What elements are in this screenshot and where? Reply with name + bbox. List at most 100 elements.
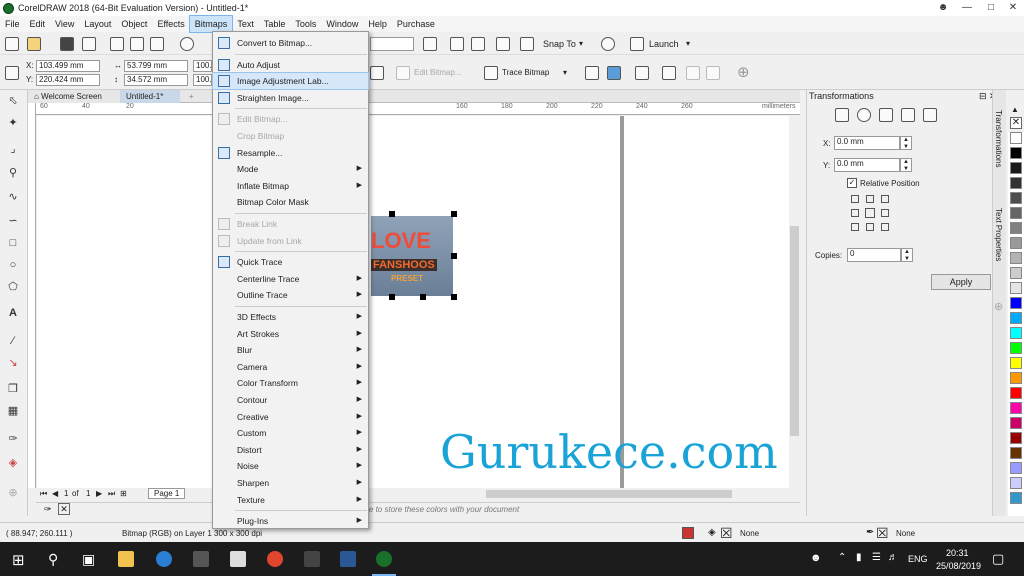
artistic-media-tool-icon[interactable]: ∽ — [6, 214, 20, 228]
color-swatch[interactable] — [1010, 162, 1022, 174]
color-swatch[interactable] — [1010, 372, 1022, 384]
rotate-icon[interactable] — [857, 108, 871, 122]
color-swatch[interactable] — [1010, 402, 1022, 414]
color-swatch[interactable] — [1010, 282, 1022, 294]
docker-pin-icon[interactable]: ⊟ — [979, 91, 987, 102]
color-swatch[interactable] — [1010, 327, 1022, 339]
menu-tools[interactable]: Tools — [290, 16, 321, 32]
y-stepper[interactable]: ▲ ▼ — [900, 158, 912, 172]
menu-view[interactable]: View — [50, 16, 79, 32]
menu-item-blur[interactable]: Blur ▶ — [213, 342, 368, 358]
chevron-down-icon[interactable]: ▾ — [686, 39, 690, 48]
notification-icon[interactable]: ▢ — [992, 551, 1004, 567]
color-swatch[interactable] — [1010, 177, 1022, 189]
menu-item-convert-to-bitmap[interactable]: Convert to Bitmap... — [213, 35, 368, 51]
color-swatch[interactable] — [1010, 342, 1022, 354]
last-page-icon[interactable]: ⏭ — [108, 489, 115, 499]
y-position-field[interactable]: 220.424 mm — [36, 74, 100, 86]
add-icon[interactable]: ⊕ — [737, 63, 750, 81]
menu-bitmaps[interactable]: Bitmaps — [188, 15, 234, 33]
new-tab-button[interactable]: + — [183, 90, 200, 103]
launch-icon[interactable] — [630, 37, 644, 51]
copies-field[interactable]: 0 — [847, 248, 901, 262]
interactive-fill-tool-icon[interactable]: ◈ — [6, 456, 20, 470]
word-icon[interactable] — [340, 551, 356, 567]
gear-icon[interactable] — [601, 37, 615, 51]
color-swatch[interactable] — [1010, 417, 1022, 429]
selection-handle[interactable] — [389, 294, 395, 300]
docker-x-field[interactable]: 0.0 mm — [834, 136, 900, 150]
color-swatch[interactable] — [1010, 477, 1022, 489]
vertical-scrollbar[interactable] — [789, 116, 800, 488]
copies-stepper[interactable]: ▲ ▼ — [901, 248, 913, 262]
tray-chevron-icon[interactable]: ⌃ — [838, 552, 846, 563]
crop-bitmap-icon[interactable] — [607, 66, 621, 80]
zoom-level-dropdown[interactable] — [370, 37, 414, 51]
menu-effects[interactable]: Effects — [152, 16, 189, 32]
color-swatch[interactable] — [1010, 252, 1022, 264]
parallel-dimension-tool-icon[interactable]: ∕ — [6, 334, 20, 348]
task-view-icon[interactable]: ▣ — [82, 551, 95, 568]
pick-tool-icon[interactable]: ⬁ — [6, 94, 20, 108]
maximize-button[interactable]: □ — [980, 1, 1002, 14]
add-page-icon[interactable]: ⊞ — [120, 489, 127, 498]
add-tool-icon[interactable]: ⊕ — [6, 486, 20, 500]
menu-item-art-strokes[interactable]: Art Strokes ▶ — [213, 326, 368, 342]
tab-transformations[interactable]: Transformations — [994, 110, 1003, 168]
selection-handle[interactable] — [420, 294, 426, 300]
no-color-swatch[interactable]: ✕ — [58, 503, 70, 515]
menu-edit[interactable]: Edit — [25, 16, 51, 32]
eyedropper-icon[interactable]: ✑ — [44, 504, 52, 515]
menu-item-centerline-trace[interactable]: Centerline Trace ▶ — [213, 271, 368, 287]
menu-table[interactable]: Table — [259, 16, 291, 32]
grid-icon[interactable] — [471, 37, 485, 51]
people-icon[interactable]: ☻ — [810, 552, 822, 564]
volume-icon[interactable]: ♬ — [888, 552, 898, 563]
palette-menu-icon[interactable]: ▲ — [1011, 105, 1019, 114]
menu-item-contour[interactable]: Contour ▶ — [213, 392, 368, 408]
save-icon[interactable] — [60, 37, 74, 51]
trace-bitmap-icon[interactable] — [484, 66, 498, 80]
document-palette[interactable]: ✑ ✕ jects) here to store these colors wi… — [36, 502, 800, 516]
snap-icon[interactable] — [520, 37, 534, 51]
x-stepper[interactable]: ▲ ▼ — [900, 136, 912, 150]
crop-tool-icon[interactable]: ⌟ — [6, 142, 20, 156]
menu-item-camera[interactable]: Camera ▶ — [213, 359, 368, 375]
color-swatch[interactable] — [1010, 447, 1022, 459]
menu-item-sharpen[interactable]: Sharpen ▶ — [213, 475, 368, 491]
prev-page-icon[interactable]: ◀ — [52, 489, 58, 498]
freehand-tool-icon[interactable]: ∿ — [6, 190, 20, 204]
color-swatch[interactable] — [1010, 222, 1022, 234]
tab-welcome-screen[interactable]: ⌂ Welcome Screen — [28, 90, 120, 103]
color-swatch[interactable] — [1010, 312, 1022, 324]
selection-handle[interactable] — [451, 211, 457, 217]
color-swatch[interactable] — [1010, 192, 1022, 204]
resample-bitmap-icon[interactable] — [585, 66, 599, 80]
apply-button[interactable]: Apply — [931, 274, 991, 290]
page-tab[interactable]: Page 1 — [148, 488, 186, 499]
position-icon[interactable] — [835, 108, 849, 122]
text-tool-icon[interactable]: A — [6, 306, 20, 320]
menu-file[interactable]: File — [0, 16, 25, 32]
print-icon[interactable] — [82, 37, 96, 51]
language-indicator[interactable]: ENG — [908, 554, 928, 564]
no-color-icon[interactable]: ✕ — [1010, 117, 1022, 129]
coreldraw-taskbar-icon[interactable] — [376, 551, 392, 567]
x-position-field[interactable]: 103.499 mm — [36, 60, 100, 72]
drop-shadow-tool-icon[interactable]: ❐ — [6, 382, 20, 396]
tab-untitled[interactable]: Untitled-1* — [120, 90, 180, 103]
shape-tool-icon[interactable]: ✦ — [6, 116, 20, 130]
menu-help[interactable]: Help — [363, 16, 392, 32]
cut-icon[interactable] — [110, 37, 124, 51]
battery-icon[interactable]: ▮ — [856, 552, 862, 563]
rulers-icon[interactable] — [450, 37, 464, 51]
color-swatch[interactable] — [1010, 492, 1022, 504]
menu-item-inflate-bitmap[interactable]: Inflate Bitmap ▶ — [213, 178, 368, 194]
minimize-button[interactable]: — — [956, 1, 978, 14]
store-icon[interactable] — [193, 551, 209, 567]
new-document-icon[interactable] — [5, 37, 19, 51]
horizontal-scrollbar[interactable] — [420, 488, 800, 500]
color-swatch[interactable] — [1010, 357, 1022, 369]
menu-item-3d-effects[interactable]: 3D Effects ▶ — [213, 309, 368, 325]
transparency-tool-icon[interactable]: ▦ — [6, 404, 20, 418]
